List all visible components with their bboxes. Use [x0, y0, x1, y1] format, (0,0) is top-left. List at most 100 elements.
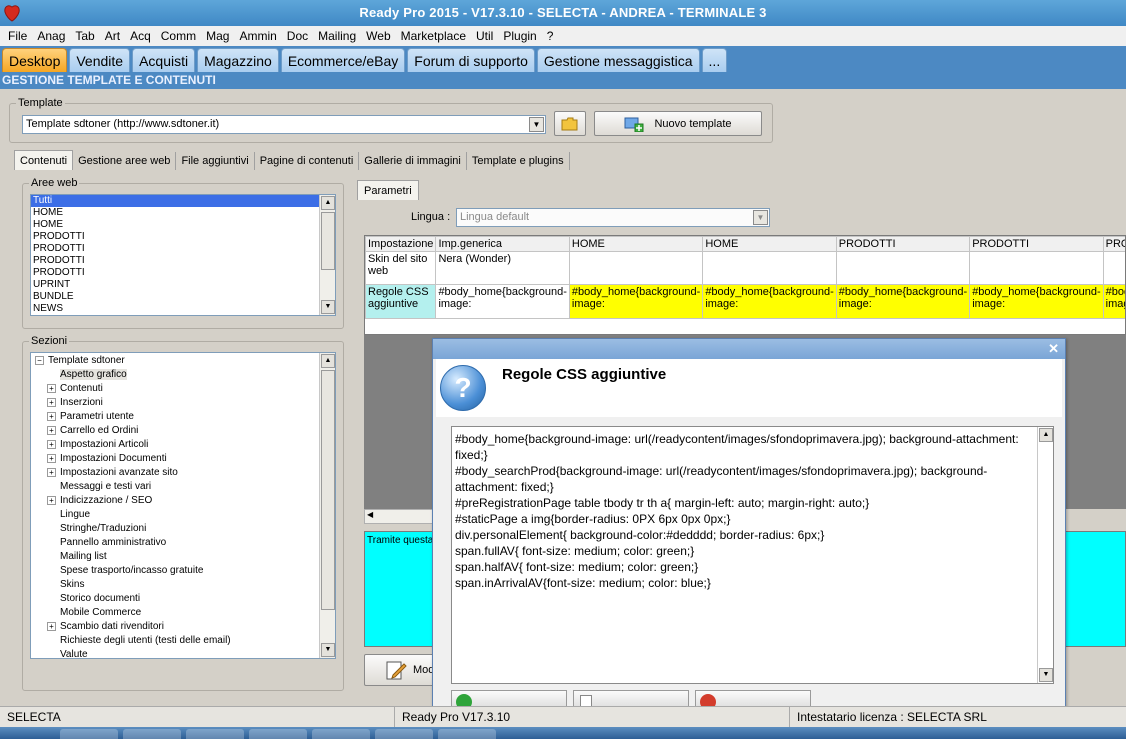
menu-item[interactable]: ?	[542, 29, 559, 43]
menu-item[interactable]: Web	[361, 29, 395, 43]
list-item[interactable]: PRODOTTI	[31, 255, 335, 267]
main-tab[interactable]: Vendite	[69, 48, 131, 72]
textarea-scrollbar[interactable]: ▲ ▼	[1037, 427, 1053, 683]
main-tab[interactable]: Desktop	[2, 48, 68, 72]
list-item[interactable]: Tutti	[31, 195, 335, 207]
tree-node[interactable]: Stringhe/Traduzioni	[47, 522, 335, 536]
taskbar-item[interactable]	[375, 729, 433, 739]
css-rules-textarea[interactable]: #body_home{background-image: url(/readyc…	[451, 426, 1054, 684]
scroll-up-icon[interactable]: ▲	[1039, 428, 1053, 442]
main-tab[interactable]: Forum di supporto	[407, 48, 535, 72]
grid-cell[interactable]	[969, 251, 1104, 285]
grid-cell[interactable]	[702, 251, 837, 285]
menu-item[interactable]: Plugin	[498, 29, 541, 43]
tree-node[interactable]: + Indicizzazione / SEO	[47, 494, 335, 508]
scroll-thumb[interactable]	[321, 212, 335, 270]
tree-node[interactable]: Skins	[47, 578, 335, 592]
tree-node[interactable]: Aspetto grafico	[47, 368, 335, 382]
taskbar-item[interactable]	[438, 729, 496, 739]
list-item[interactable]: BUNDLE	[31, 291, 335, 303]
list-item[interactable]: PRODOTTI	[31, 267, 335, 279]
new-template-button[interactable]: Nuovo template	[594, 111, 762, 136]
menu-item[interactable]: File	[3, 29, 32, 43]
css-value-cell[interactable]: #body_home{background-image:	[568, 284, 704, 319]
content-tab[interactable]: Contenuti	[14, 150, 74, 170]
sections-tree[interactable]: − Template sdtoner Aspetto grafico + Conten…	[30, 352, 336, 659]
menu-item[interactable]: Marketplace	[396, 29, 471, 43]
expand-icon[interactable]: +	[47, 495, 56, 505]
sections-scrollbar[interactable]: ▲ ▼	[319, 353, 335, 658]
expand-icon[interactable]: +	[47, 425, 56, 435]
css-value-cell[interactable]: #body_home{background-image:	[969, 284, 1104, 319]
main-tab[interactable]: Ecommerce/eBay	[280, 48, 406, 72]
chevron-down-icon[interactable]: ▼	[753, 210, 768, 225]
menu-item[interactable]: Doc	[282, 29, 313, 43]
expand-icon[interactable]: +	[47, 411, 56, 421]
tree-node[interactable]: + Impostazioni Documenti	[47, 452, 335, 466]
content-tab[interactable]: File aggiuntivi	[176, 152, 255, 170]
list-item[interactable]: HOME	[31, 207, 335, 219]
tab-parametri[interactable]: Parametri	[357, 180, 419, 200]
tree-node[interactable]: Spese trasporto/incasso gratuite	[47, 564, 335, 578]
menu-item[interactable]: Anag	[32, 29, 70, 43]
menu-item[interactable]: Mailing	[313, 29, 361, 43]
scroll-left-icon[interactable]: ◀	[367, 510, 373, 519]
scroll-down-icon[interactable]: ▼	[321, 643, 335, 657]
main-tab[interactable]: Magazzino	[197, 48, 279, 72]
tree-node[interactable]: + Scambio dati rivenditori	[47, 620, 335, 634]
grid-cell[interactable]	[1102, 251, 1125, 285]
menu-item[interactable]: Mag	[201, 29, 234, 43]
scroll-up-icon[interactable]: ▲	[321, 354, 335, 368]
scroll-up-icon[interactable]: ▲	[321, 196, 335, 210]
scroll-down-icon[interactable]: ▼	[321, 300, 335, 314]
tree-node[interactable]: Lingue	[47, 508, 335, 522]
content-tab[interactable]: Gestione aree web	[73, 152, 177, 170]
main-tab[interactable]: Gestione messaggistica	[536, 48, 700, 72]
menu-item[interactable]: Util	[471, 29, 498, 43]
tree-node[interactable]: Messaggi e testi vari	[47, 480, 335, 494]
table-row[interactable]: Skin del sito web Nera (Wonder)	[365, 251, 1125, 285]
list-item[interactable]: UPRINT	[31, 279, 335, 291]
setting-generic-value[interactable]: Nera (Wonder)	[435, 251, 570, 285]
content-tab[interactable]: Template e plugins	[467, 152, 570, 170]
expand-icon[interactable]: +	[47, 467, 56, 477]
grid-cell[interactable]	[568, 251, 704, 285]
menu-item[interactable]: Comm	[156, 29, 201, 43]
template-select[interactable]: Template sdtoner (http://www.sdtoner.it)…	[22, 115, 546, 134]
scroll-thumb[interactable]	[321, 370, 335, 610]
tree-node[interactable]: Pannello amministrativo	[47, 536, 335, 550]
menu-item[interactable]: Ammin	[234, 29, 281, 43]
main-tab[interactable]: Acquisti	[132, 48, 196, 72]
tree-node[interactable]: Mailing list	[47, 550, 335, 564]
scroll-down-icon[interactable]: ▼	[1039, 668, 1053, 682]
expand-icon[interactable]: +	[47, 397, 56, 407]
list-item[interactable]: NEWS	[31, 303, 335, 315]
tree-node[interactable]: Mobile Commerce	[47, 606, 335, 620]
taskbar-item[interactable]	[123, 729, 181, 739]
expand-icon[interactable]: +	[47, 453, 56, 463]
tree-root[interactable]: − Template sdtoner	[35, 354, 335, 368]
expand-icon[interactable]: +	[47, 621, 56, 631]
collapse-icon[interactable]: −	[35, 355, 44, 365]
menu-item[interactable]: Art	[100, 29, 125, 43]
tree-node[interactable]: + Impostazioni avanzate sito	[47, 466, 335, 480]
chevron-down-icon[interactable]: ▼	[529, 117, 544, 132]
tree-node[interactable]: + Contenuti	[47, 382, 335, 396]
css-value-cell[interactable]: #body_home{background-image:	[702, 284, 837, 319]
content-tab[interactable]: Pagine di contenuti	[255, 152, 360, 170]
web-areas-list[interactable]: Tutti HOME HOME PRODOTTI PRODOTTI PRODOTTI PRO…	[30, 194, 336, 316]
content-tab[interactable]: Gallerie di immagini	[359, 152, 467, 170]
expand-icon[interactable]: +	[47, 439, 56, 449]
main-tab[interactable]: ...	[701, 48, 728, 72]
web-areas-scrollbar[interactable]: ▲ ▼	[319, 195, 335, 315]
tree-node[interactable]: + Parametri utente	[47, 410, 335, 424]
open-folder-button[interactable]	[554, 111, 586, 136]
tree-node[interactable]: + Impostazioni Articoli	[47, 438, 335, 452]
language-select[interactable]: Lingua default ▼	[456, 208, 770, 227]
setting-generic-value[interactable]: #body_home{background-image:	[435, 284, 570, 319]
taskbar-item[interactable]	[60, 729, 118, 739]
taskbar-item[interactable]	[312, 729, 370, 739]
list-item[interactable]: PRODOTTI	[31, 231, 335, 243]
taskbar-item[interactable]	[249, 729, 307, 739]
tree-node[interactable]: + Carrello ed Ordini	[47, 424, 335, 438]
